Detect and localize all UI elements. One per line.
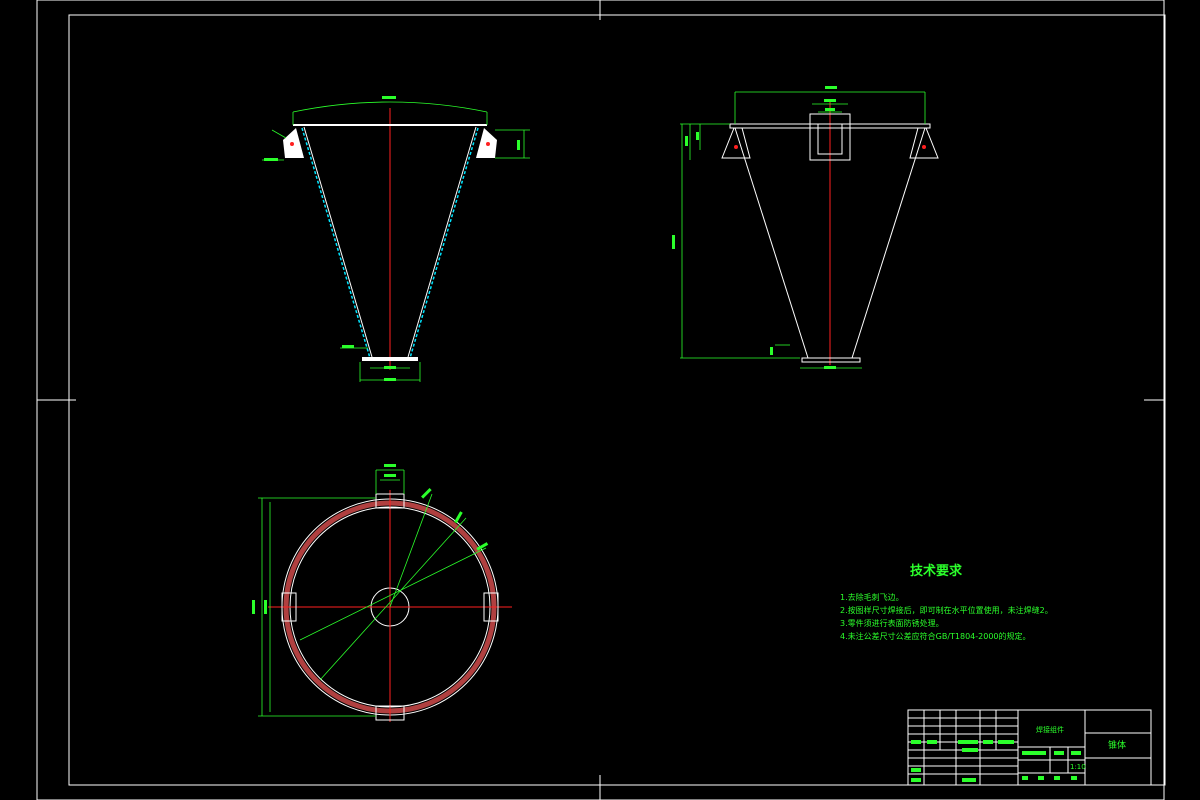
requirement-item-2: 2.按图样尺寸焊接后，即可制在水平位置使用，未注焊缝2。 (840, 606, 1053, 615)
scale-value: 1:10 (1070, 763, 1086, 771)
material-label: 焊接组件 (1036, 726, 1064, 734)
technical-requirements: 技术要求 1.去除毛刺飞边。 2.按图样尺寸焊接后，即可制在水平位置使用，未注焊… (840, 560, 1160, 643)
top-view (252, 464, 512, 722)
requirement-item-1: 1.去除毛刺飞边。 (840, 593, 904, 602)
technical-requirements-title: 技术要求 (910, 564, 963, 579)
cad-drawing (36, 0, 1166, 800)
drawing-frame (36, 0, 1166, 800)
front-view (262, 96, 530, 382)
side-view (672, 86, 939, 369)
part-name: 锥体 (1108, 741, 1127, 751)
requirement-item-3: 3.零件须进行表面防锈处理。 (840, 619, 944, 628)
requirement-item-4: 4.未注公差尺寸公差应符合GB/T1804-2000的规定。 (840, 632, 1031, 641)
